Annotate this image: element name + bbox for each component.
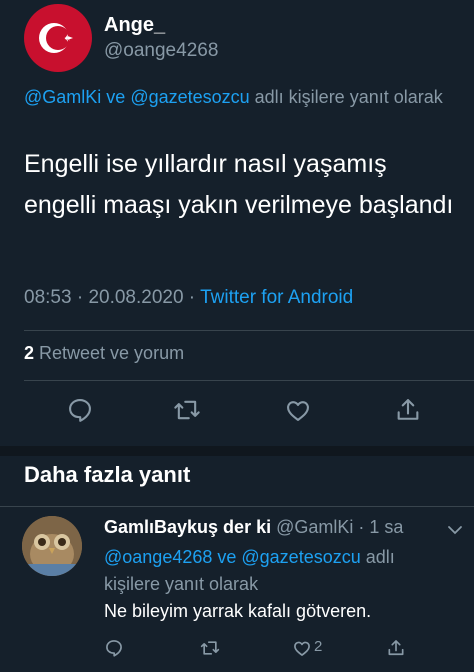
author-name[interactable]: Ange_	[104, 14, 165, 37]
reply-reply-button[interactable]	[104, 638, 124, 658]
divider	[24, 330, 474, 331]
reply-like-button[interactable]	[292, 638, 312, 658]
tweet-source-link[interactable]: Twitter for Android	[200, 287, 353, 308]
share-icon	[388, 640, 404, 656]
tweet-time: 08:53	[24, 287, 72, 308]
section-title: Daha fazla yanıt	[24, 462, 191, 487]
mention-link[interactable]: @oange4268	[104, 547, 212, 567]
meta-separator: ·	[71, 287, 89, 308]
retweet-count: 2	[24, 343, 35, 363]
reply-to-suffix: adlı kişilere yanıt olarak	[249, 87, 443, 107]
reply-button[interactable]	[66, 396, 94, 424]
reply-text: Ne bileyim yarrak kafalı götveren.	[104, 601, 372, 621]
retweet-button[interactable]	[173, 396, 201, 424]
meta-separator: ·	[183, 287, 201, 308]
turkish-flag-icon	[39, 23, 73, 53]
reply-icon	[106, 640, 122, 657]
tweet-date: 20.08.2020	[88, 287, 184, 308]
mention-link[interactable]: @GamlKi	[24, 87, 101, 107]
divider	[24, 380, 474, 381]
tweet-meta: 08:53 · 20.08.2020 · Twitter for Android	[24, 287, 353, 309]
mention-link[interactable]: @gazetesozcu	[130, 87, 249, 107]
reply-to-line: @oange4268 ve @gazetesozcu adlı kişilere…	[104, 544, 454, 598]
chevron-down-icon	[448, 526, 462, 535]
like-icon	[294, 641, 310, 656]
owl-avatar-icon	[22, 516, 82, 576]
reply-author-handle[interactable]: @GamlKi	[271, 517, 353, 537]
share-icon	[397, 399, 419, 420]
mention-link[interactable]: @gazetesozcu	[241, 547, 360, 567]
mention-joiner: ve	[212, 547, 242, 567]
retweet-stats[interactable]: 2 Retweet ve yorum	[24, 343, 184, 364]
reply-author-name[interactable]: GamlıBaykuş der ki	[104, 517, 271, 537]
reply-share-button[interactable]	[386, 638, 406, 658]
share-button[interactable]	[394, 396, 422, 424]
more-options-button[interactable]	[446, 522, 464, 538]
mention-joiner: ve	[101, 87, 131, 107]
retweet-label: Retweet ve yorum	[34, 343, 185, 363]
divider	[0, 506, 474, 507]
reply-avatar[interactable]	[22, 516, 82, 576]
retweet-icon	[174, 400, 200, 420]
retweet-icon	[200, 641, 220, 655]
author-handle[interactable]: @oange4268	[104, 40, 218, 62]
reply-retweet-button[interactable]	[200, 638, 220, 658]
reply-time: · 1 sa	[353, 517, 404, 537]
section-separator	[0, 446, 474, 456]
reply-to-line: @GamlKi ve @gazetesozcu adlı kişilere ya…	[24, 84, 454, 110]
like-icon	[287, 401, 309, 421]
reply-header: GamlıBaykuş der ki @GamlKi · 1 sa	[104, 517, 403, 538]
reply-like-count: 2	[314, 638, 323, 655]
reply-icon	[69, 399, 91, 422]
author-avatar[interactable]	[24, 4, 92, 72]
like-button[interactable]	[284, 396, 312, 424]
tweet-text: Engelli ise yıllardır nasıl yaşamış enge…	[24, 150, 454, 219]
